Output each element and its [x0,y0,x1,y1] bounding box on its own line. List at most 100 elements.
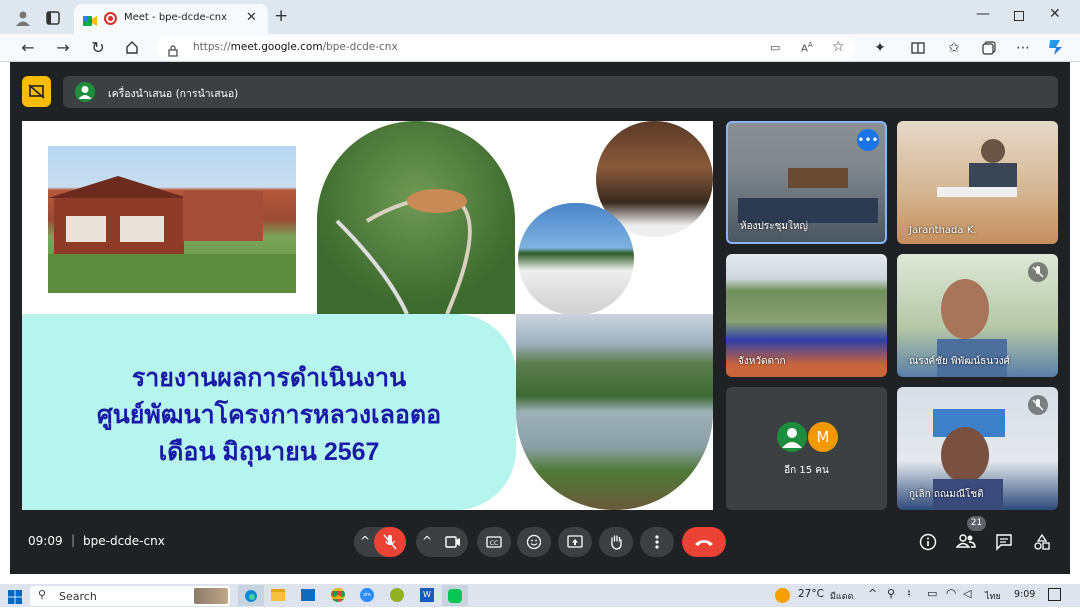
participant-tile-jaranthada[interactable]: Jaranthada K. [897,121,1058,244]
taskbar-line-icon[interactable] [442,585,468,606]
tray-wifi-icon[interactable]: ◠ [946,586,956,600]
taskbar-mail-icon[interactable] [301,589,315,601]
meeting-code: bpe-dcde-cnx [83,534,165,548]
new-tab-button[interactable]: + [274,6,288,26]
meeting-details-button[interactable] [919,533,937,555]
tab-meet[interactable]: Meet - bpe-dcde-cnx ✕ [74,4,268,34]
tray-chevron-icon[interactable]: ^ [868,587,877,600]
avatar-letter: M [808,422,838,452]
participant-options-icon[interactable]: ••• [857,129,879,151]
home-icon[interactable] [123,38,141,56]
reactions-button[interactable] [517,527,551,557]
taskbar-edge-icon[interactable] [238,585,264,606]
weather-temp[interactable]: 27°C [798,588,824,600]
camera-toggle-button[interactable] [438,527,468,557]
start-button[interactable] [8,589,22,604]
url-path: /bpe-dcde-cnx [322,41,398,53]
tab-close-icon[interactable]: ✕ [246,10,257,25]
tray-volume-icon[interactable]: ◁ [963,587,971,600]
tab-title: Meet - bpe-dcde-cnx [124,12,227,23]
browser-tab-bar: Meet - bpe-dcde-cnx ✕ + — ✕ [0,0,1080,34]
mic-options-chevron-icon[interactable]: ^ [360,534,370,548]
collections-icon[interactable] [980,39,998,57]
people-icon [955,534,976,548]
slide-photo-pavilion [518,203,634,315]
taskbar-word-icon[interactable]: W [420,588,434,602]
input-language[interactable]: ไทย [985,589,1001,603]
lock-icon[interactable] [168,42,178,57]
raise-hand-button[interactable] [599,527,633,557]
browser-toolbar: ← → ↻ https://meet.google.com/bpe-dcde-c… [0,34,1080,62]
stop-presenting-icon [28,84,45,99]
taskbar-search-box[interactable]: ⚲ Search [30,586,230,606]
camera-options-chevron-icon[interactable]: ^ [422,534,432,548]
refresh-icon[interactable]: ↻ [89,38,107,57]
url-text[interactable]: https://meet.google.com/bpe-dcde-cnx [193,41,398,53]
mic-toggle-button[interactable] [374,527,406,557]
mic-group: ^ [354,527,406,557]
url-prefix: https:// [193,41,231,53]
windows-logo-icon [8,590,22,604]
profile-icon[interactable] [14,9,32,27]
system-clock[interactable]: 9:09 [1014,589,1035,600]
chat-icon [996,534,1012,551]
forward-icon[interactable]: → [54,38,72,57]
more-menu-icon[interactable]: ⋯ [1014,39,1032,57]
tray-network-icon[interactable]: ▭ [927,587,937,600]
emoji-icon [526,534,542,550]
tab-actions-icon[interactable] [44,9,62,27]
participant-name: ณรงค์ชัย พิพัฒน์ธนวงศ์ [909,356,1010,367]
taskbar-chrome-icon[interactable] [331,588,345,602]
participant-name: จังหวัดตาก [738,356,786,367]
captions-button[interactable]: CC [477,527,511,557]
copilot-icon[interactable] [1046,38,1064,56]
taskbar-qgis-icon[interactable] [390,588,404,602]
avatar-person-icon [777,422,807,452]
read-aloud-icon[interactable]: AA [801,41,813,54]
presenter-label: เครื่องนำเสนอ (การนำเสนอ) [108,88,239,100]
camera-group: ^ [416,527,468,557]
participant-name: กูเลิก ถณมณีโชติ [909,489,984,500]
participant-tile-narongchai[interactable]: ณรงค์ชัย พิพัฒน์ธนวงศ์ [897,254,1058,377]
meet-favicon [83,12,97,26]
maximize-button[interactable] [1014,11,1024,21]
weather-sun-icon [775,588,790,603]
people-button[interactable] [955,533,976,553]
minimize-button[interactable]: — [976,6,990,22]
address-bar[interactable]: https://meet.google.com/bpe-dcde-cnx ▭ A… [156,36,856,60]
notification-icon[interactable] [1048,588,1061,601]
chat-button[interactable] [995,533,1013,555]
present-screen-icon [567,535,583,548]
search-highlight-image [194,588,228,604]
url-host: meet.google.com [230,41,323,53]
back-icon[interactable]: ← [19,38,37,57]
extensions-icon[interactable]: ✦ [871,39,889,57]
mic-off-icon [383,534,397,550]
slide-title-line-1: รายงานผลการดำเนินงาน [131,364,407,392]
tray-app-icon[interactable]: ⚲ [887,587,895,600]
favorites-icon[interactable]: ✩ [945,39,963,57]
split-screen-icon[interactable] [909,39,927,57]
activities-button[interactable] [1033,533,1051,555]
camera-permission-icon[interactable]: ▭ [770,41,780,54]
leave-call-button[interactable] [682,527,726,557]
taskbar-file-explorer-icon[interactable] [271,589,285,601]
presentation-slide: รายงานผลการดำเนินงาน ศูนย์พัฒนาโครงการหล… [22,121,713,510]
present-button[interactable] [558,527,592,557]
close-window-button[interactable]: ✕ [1049,6,1061,22]
favorite-star-icon[interactable]: ☆ [832,39,845,55]
participant-tile-tak-province[interactable]: จังหวัดตาก [726,254,887,377]
participant-tile-kulerk[interactable]: กูเลิก ถณมณีโชติ [897,387,1058,510]
tray-mic-icon[interactable]: ♮ [907,587,911,600]
presenter-avatar-icon [75,82,95,102]
participant-tile-others[interactable]: M อีก 15 คน [726,387,887,510]
people-count-badge: 21 [967,516,986,531]
participant-tile-main-room[interactable]: ••• ห้องประชุมใหญ่ [726,121,887,244]
hand-icon [611,535,622,550]
recording-icon [104,12,117,25]
activities-icon [1034,533,1050,550]
others-count-label: อีก 15 คน [784,465,829,476]
presentation-stop-button[interactable] [22,76,51,107]
more-options-button[interactable] [640,527,674,557]
taskbar-zoom-icon[interactable]: zm [360,588,374,602]
